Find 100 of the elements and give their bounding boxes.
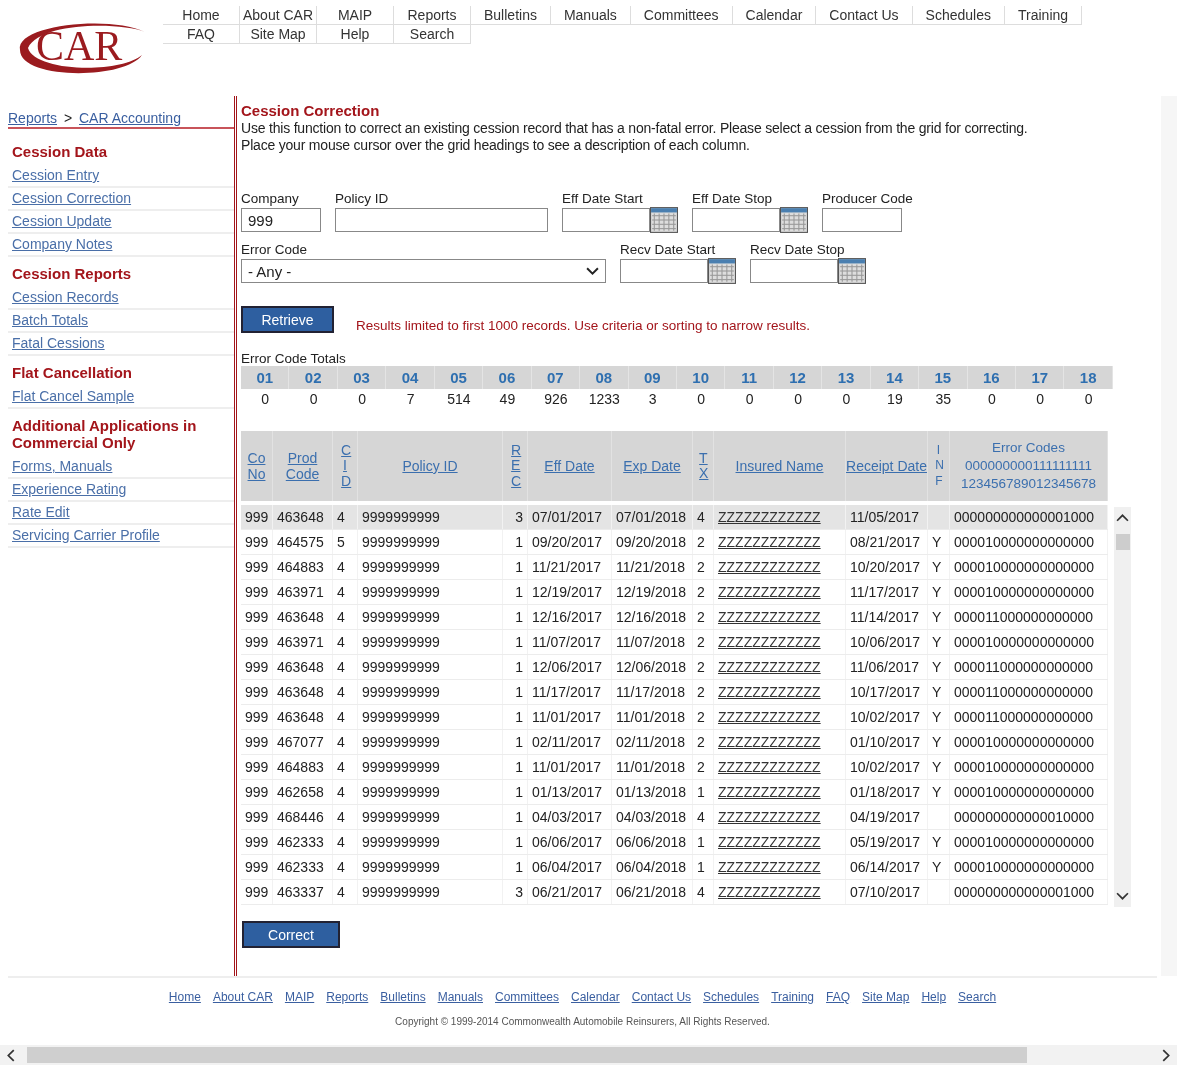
scroll-right-icon[interactable] [1162, 1048, 1171, 1062]
grid-row[interactable]: 999 462333 4 9999999999 1 06/06/2017 06/06/2018 1 ZZZZZZZZZZZZ 05/19/2017 Y 000010000000000000 [241, 830, 1108, 855]
scroll-up-icon[interactable] [1116, 513, 1129, 522]
nav-link[interactable]: Training [1005, 6, 1083, 25]
sidebar-link[interactable]: Cession Entry [12, 167, 100, 183]
sidebar-link[interactable]: Forms, Manuals [12, 458, 113, 474]
text-field[interactable] [335, 208, 548, 232]
grid-row[interactable]: 999 467077 4 9999999999 1 02/11/2017 02/11/2018 2 ZZZZZZZZZZZZ 01/10/2017 Y 000010000000000000 [241, 730, 1108, 755]
sidebar-link[interactable]: Fatal Cessions [12, 335, 105, 351]
grid-row[interactable]: 999 462333 4 9999999999 1 06/04/2017 06/04/2018 1 ZZZZZZZZZZZZ 06/14/2017 Y 000010000000000000 [241, 855, 1108, 880]
error-code-dropdown[interactable]: - Any - [241, 259, 606, 283]
sidebar-link[interactable]: Batch Totals [12, 312, 88, 328]
footer-link[interactable]: Reports [326, 990, 369, 1004]
sidebar-link[interactable]: Rate Edit [12, 504, 70, 520]
nav-link[interactable]: Schedules [912, 6, 1005, 25]
scrollbar[interactable] [1114, 507, 1131, 907]
grid-row[interactable]: 999 464883 4 9999999999 1 11/21/2017 11/21/2018 2 ZZZZZZZZZZZZ 10/20/2017 Y 000010000000000000 [241, 555, 1108, 580]
breadcrumb-link[interactable]: CAR Accounting [79, 110, 181, 126]
nav-link[interactable]: About CAR [240, 6, 317, 25]
grid-row[interactable]: 999 468446 4 9999999999 1 04/03/2017 04/03/2018 4 ZZZZZZZZZZZZ 04/19/2017 000000000000010000 [241, 805, 1108, 830]
footer-link[interactable]: Committees [495, 990, 559, 1004]
insured-name-link[interactable]: ZZZZZZZZZZZZ [718, 884, 821, 900]
column-heading[interactable]: Prod Code [273, 450, 332, 482]
sidebar-link[interactable]: Flat Cancel Sample [12, 388, 135, 404]
text-field[interactable]: 999 [241, 208, 321, 232]
grid-row[interactable]: 999 463648 4 9999999999 1 12/16/2017 12/16/2018 2 ZZZZZZZZZZZZ 11/14/2017 Y 000011000000000000 [241, 605, 1108, 630]
nav-link[interactable]: MAIP [317, 6, 394, 25]
sidebar-link[interactable]: Servicing Carrier Profile [12, 527, 160, 543]
footer-link[interactable]: Search [958, 990, 997, 1004]
nav-link[interactable]: FAQ [163, 25, 240, 44]
insured-name-link[interactable]: ZZZZZZZZZZZZ [718, 534, 821, 550]
text-field[interactable] [822, 208, 902, 232]
scroll-left-icon[interactable] [6, 1048, 15, 1062]
nav-link[interactable]: Contact Us [816, 6, 913, 25]
insured-name-link[interactable]: ZZZZZZZZZZZZ [718, 584, 821, 600]
insured-name-link[interactable]: ZZZZZZZZZZZZ [718, 759, 821, 775]
calendar-icon[interactable] [708, 258, 736, 284]
grid-row[interactable]: 999 462658 4 9999999999 1 01/13/2017 01/13/2018 1 ZZZZZZZZZZZZ 01/18/2017 Y 000010000000000000 [241, 780, 1108, 805]
footer-link[interactable]: Schedules [703, 990, 760, 1004]
grid-row[interactable]: 999 463648 4 9999999999 1 11/17/2017 11/17/2018 2 ZZZZZZZZZZZZ 10/17/2017 Y 000011000000000000 [241, 680, 1108, 705]
date-field[interactable] [750, 259, 838, 283]
nav-link[interactable]: Search [394, 25, 471, 44]
date-field[interactable] [620, 259, 708, 283]
grid-row[interactable]: 999 463971 4 9999999999 1 12/19/2017 12/19/2018 2 ZZZZZZZZZZZZ 11/17/2017 Y 000010000000000000 [241, 580, 1108, 605]
correct-button[interactable]: Correct [242, 921, 340, 948]
column-heading[interactable]: REC [511, 442, 519, 490]
scroll-down-icon[interactable] [1116, 892, 1129, 901]
grid-row[interactable]: 999 464575 5 9999999999 1 09/20/2017 09/20/2018 2 ZZZZZZZZZZZZ 08/21/2017 Y 000010000000000000 [241, 530, 1108, 555]
nav-link[interactable]: Help [317, 25, 394, 44]
grid-row[interactable]: 999 463648 4 9999999999 1 12/06/2017 12/06/2018 2 ZZZZZZZZZZZZ 11/06/2017 Y 000011000000000000 [241, 655, 1108, 680]
insured-name-link[interactable]: ZZZZZZZZZZZZ [718, 834, 821, 850]
nav-link[interactable]: Site Map [240, 25, 317, 44]
horizontal-scrollbar[interactable] [0, 1045, 1177, 1065]
column-heading[interactable]: Policy ID [402, 458, 458, 474]
calendar-icon[interactable] [780, 207, 808, 233]
sidebar-link[interactable]: Cession Records [12, 289, 119, 305]
footer-link[interactable]: MAIP [284, 990, 315, 1004]
date-field[interactable] [562, 208, 650, 232]
column-heading[interactable]: TX [699, 450, 707, 482]
nav-link[interactable]: Home [163, 6, 240, 25]
insured-name-link[interactable]: ZZZZZZZZZZZZ [718, 784, 821, 800]
insured-name-link[interactable]: ZZZZZZZZZZZZ [718, 709, 821, 725]
column-heading[interactable]: Exp Date [623, 458, 681, 474]
nav-link[interactable]: Committees [630, 6, 733, 25]
grid-row[interactable]: 999 464883 4 9999999999 1 11/01/2017 11/01/2018 2 ZZZZZZZZZZZZ 10/02/2017 Y 000010000000000000 [241, 755, 1108, 780]
nav-link[interactable]: Bulletins [471, 6, 551, 25]
footer-link[interactable]: Training [771, 990, 815, 1004]
footer-link[interactable]: About CAR [212, 990, 273, 1004]
sidebar-link[interactable]: Experience Rating [12, 481, 127, 497]
footer-link[interactable]: Help [921, 990, 947, 1004]
calendar-icon[interactable] [650, 207, 678, 233]
insured-name-link[interactable]: ZZZZZZZZZZZZ [718, 684, 821, 700]
footer-link[interactable]: Calendar [571, 990, 620, 1004]
sidebar-link[interactable]: Cession Correction [12, 190, 132, 206]
insured-name-link[interactable]: ZZZZZZZZZZZZ [718, 634, 821, 650]
calendar-icon[interactable] [838, 258, 866, 284]
nav-link[interactable]: Reports [394, 6, 471, 25]
insured-name-link[interactable]: ZZZZZZZZZZZZ [718, 859, 821, 875]
footer-link[interactable]: Contact Us [631, 990, 692, 1004]
footer-link[interactable]: Manuals [437, 990, 483, 1004]
insured-name-link[interactable]: ZZZZZZZZZZZZ [718, 809, 821, 825]
footer-link[interactable]: Bulletins [380, 990, 426, 1004]
insured-name-link[interactable]: ZZZZZZZZZZZZ [718, 659, 821, 675]
footer-link[interactable]: Home [168, 990, 201, 1004]
column-heading[interactable]: Receipt Date [846, 458, 927, 474]
column-heading[interactable]: Insured Name [735, 458, 824, 474]
grid-row[interactable]: 999 463648 4 9999999999 3 07/01/2017 07/01/2018 4 ZZZZZZZZZZZZ 11/05/2017 000000000000001000 [241, 505, 1108, 530]
retrieve-button[interactable]: Retrieve [241, 306, 334, 333]
breadcrumb-link[interactable]: Reports [8, 110, 58, 126]
grid-row[interactable]: 999 463648 4 9999999999 1 11/01/2017 11/01/2018 2 ZZZZZZZZZZZZ 10/02/2017 Y 000011000000000000 [241, 705, 1108, 730]
insured-name-link[interactable]: ZZZZZZZZZZZZ [718, 559, 821, 575]
grid-row[interactable]: 999 463337 4 9999999999 3 06/21/2017 06/21/2018 4 ZZZZZZZZZZZZ 07/10/2017 000000000000001000 [241, 880, 1108, 905]
column-heading[interactable]: Eff Date [544, 458, 595, 474]
grid-row[interactable]: 999 463971 4 9999999999 1 11/07/2017 11/07/2018 2 ZZZZZZZZZZZZ 10/06/2017 Y 000010000000000000 [241, 630, 1108, 655]
insured-name-link[interactable]: ZZZZZZZZZZZZ [718, 734, 821, 750]
nav-link[interactable]: Calendar [732, 6, 817, 25]
insured-name-link[interactable]: ZZZZZZZZZZZZ [718, 509, 821, 525]
sidebar-link[interactable]: Company Notes [12, 236, 113, 252]
footer-link[interactable]: FAQ [826, 990, 851, 1004]
column-heading[interactable]: Co No [241, 450, 272, 482]
